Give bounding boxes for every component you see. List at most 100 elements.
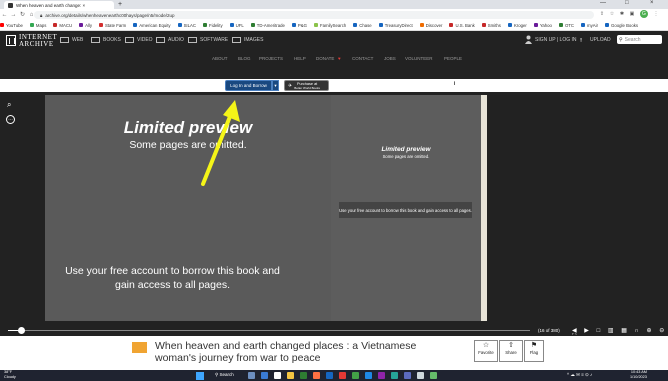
- browser-tab[interactable]: When heaven and earth change: ×: [4, 1, 114, 9]
- archive-favicon-icon: [8, 2, 13, 8]
- forward-icon[interactable]: →: [9, 12, 18, 18]
- maximize-button[interactable]: □: [625, 0, 629, 6]
- nav-video[interactable]: VIDEO: [125, 37, 153, 43]
- reload-icon[interactable]: ↻: [18, 11, 27, 18]
- bookmark-item[interactable]: MACU: [53, 23, 72, 28]
- bookmark-item[interactable]: FamilySearch: [314, 23, 346, 28]
- user-icon[interactable]: [525, 35, 532, 44]
- nav-audio[interactable]: AUDIO: [156, 37, 184, 43]
- favorite-button[interactable]: ☆ Favorite: [474, 340, 498, 362]
- taskbar-app-icon[interactable]: [261, 372, 268, 379]
- chrome-menu-icon[interactable]: ⋮: [652, 10, 660, 18]
- taskbar-app-icon[interactable]: [417, 372, 424, 379]
- bookmark-item[interactable]: Ally: [79, 23, 92, 28]
- bookmark-item[interactable]: UFL: [229, 23, 244, 28]
- bookmark-item[interactable]: U.S. Bank: [449, 23, 475, 28]
- subnav-help[interactable]: HELP: [294, 56, 306, 61]
- close-window-button[interactable]: ×: [650, 0, 654, 6]
- login-and-borrow-button[interactable]: Log In and Borrow: [225, 80, 272, 91]
- borrow-dropdown-button[interactable]: ▾: [272, 80, 279, 91]
- taskbar-app-icon[interactable]: [313, 372, 320, 379]
- bookmark-item[interactable]: Google Books: [605, 23, 638, 28]
- bookmark-favicon-icon: [314, 23, 318, 27]
- minimize-button[interactable]: —: [600, 0, 606, 6]
- audio-icon: [156, 37, 165, 43]
- bookmark-favicon-icon: [507, 23, 512, 27]
- bookmark-item[interactable]: YouTube: [0, 23, 23, 28]
- info-icon[interactable]: i: [451, 81, 458, 88]
- more-options-icon[interactable]: …: [6, 115, 15, 124]
- system-tray-icon[interactable]: ^ ☁ ✉ ≡ ⊙ ♪: [567, 372, 592, 378]
- search-inside-icon[interactable]: ⌕: [7, 100, 11, 110]
- bookmark-item[interactable]: Discover: [419, 22, 443, 28]
- ia-logo-text[interactable]: INTERNET ARCHIVE: [19, 34, 57, 47]
- bookmark-label: Discover: [425, 22, 443, 28]
- bookmark-item[interactable]: TreasuryDirect: [378, 23, 413, 28]
- share-button[interactable]: ⇧ Share: [499, 340, 523, 362]
- taskbar-app-icon[interactable]: [404, 372, 411, 379]
- bookmark-item[interactable]: Yahoo: [533, 23, 552, 28]
- bookmark-item[interactable]: myAir: [581, 23, 598, 28]
- subnav-blog[interactable]: BLOG: [238, 56, 251, 61]
- weather-widget[interactable]: 38°F Cloudy: [4, 370, 16, 379]
- bookmark-item[interactable]: Fidelity: [202, 23, 223, 28]
- taskbar-app-icon[interactable]: [430, 372, 437, 379]
- bookmark-item[interactable]: State Farm: [99, 23, 126, 28]
- signup-login-link[interactable]: SIGN UP | LOG IN: [535, 37, 577, 43]
- taskbar-app-icon[interactable]: [326, 372, 333, 379]
- taskbar-app-icon[interactable]: [339, 372, 346, 379]
- subnav-donate[interactable]: DONATE: [316, 56, 334, 61]
- bookmark-item[interactable]: American Equity: [133, 23, 171, 28]
- url-field[interactable]: 🔒︎ archive.org/details/whenheavenearthc0…: [34, 11, 594, 19]
- taskbar-app-icon[interactable]: [378, 372, 385, 379]
- subnav-people[interactable]: PEOPLE: [444, 56, 462, 61]
- heart-icon: ♥: [338, 56, 341, 61]
- taskbar-app-icon[interactable]: [300, 372, 307, 379]
- page-slider-handle[interactable]: [18, 327, 25, 334]
- taskbar-app-icon[interactable]: [365, 372, 372, 379]
- taskbar-app-icon[interactable]: [287, 372, 294, 379]
- cart-icon: ✈: [288, 82, 293, 89]
- subnav-contact[interactable]: CONTACT: [352, 56, 373, 61]
- bookmark-label: Kroger: [513, 22, 527, 28]
- new-tab-button[interactable]: +: [118, 1, 122, 8]
- taskbar-app-icon[interactable]: [248, 372, 255, 379]
- nav-web[interactable]: WEB: [60, 37, 83, 43]
- windows-start-icon[interactable]: [196, 372, 204, 380]
- bookmark-item[interactable]: P&G: [291, 23, 307, 28]
- flag-button[interactable]: ⚑ Flag: [524, 340, 544, 362]
- extensions-puzzle-icon[interactable]: ▣: [628, 10, 636, 18]
- page-slider-track[interactable]: [8, 330, 530, 331]
- taskbar-search[interactable]: ⚲ Search: [215, 372, 234, 378]
- back-icon[interactable]: ←: [0, 12, 9, 18]
- bookmark-star-icon[interactable]: ☆: [608, 10, 616, 18]
- upload-link[interactable]: UPLOAD: [590, 37, 611, 43]
- video-icon: [125, 37, 134, 43]
- subnav-jobs[interactable]: JOBS: [384, 56, 396, 61]
- purchase-button[interactable]: ✈ Purchase at Better World Books: [284, 80, 329, 91]
- bookmark-item[interactable]: TD-Ameritrade: [250, 23, 285, 28]
- search-input[interactable]: ⚲ Search: [617, 35, 662, 44]
- bookmark-item[interactable]: SILAC: [177, 23, 196, 28]
- bookmark-item[interactable]: Chase: [353, 23, 372, 28]
- taskbar-app-icon[interactable]: [274, 372, 281, 379]
- extension-icon[interactable]: ✱: [618, 10, 626, 18]
- subnav-about[interactable]: ABOUT: [212, 56, 228, 61]
- nav-images[interactable]: IMAGES: [232, 37, 263, 43]
- ia-logo-icon[interactable]: [6, 35, 16, 46]
- taskbar-app-icon[interactable]: [352, 372, 359, 379]
- bookmark-item[interactable]: Maps: [29, 23, 46, 28]
- taskbar-app-icon[interactable]: [391, 372, 398, 379]
- profile-avatar[interactable]: G: [640, 10, 648, 18]
- subnav-projects[interactable]: PROJECTS: [259, 56, 283, 61]
- bookmark-item[interactable]: OTC: [558, 23, 574, 28]
- upload-icon[interactable]: ⭱: [580, 36, 582, 46]
- bookmark-favicon-icon: [229, 23, 234, 27]
- clock[interactable]: 10:43 AM 1/10/2023: [630, 370, 647, 379]
- subnav-volunteer[interactable]: VOLUNTEER: [405, 56, 433, 61]
- share-icon[interactable]: ⇪: [598, 10, 606, 18]
- nav-books[interactable]: BOOKS: [91, 37, 121, 43]
- bookmark-item[interactable]: Smiths: [481, 23, 501, 28]
- nav-software[interactable]: SOFTWARE: [188, 37, 228, 43]
- bookmark-item[interactable]: Kroger: [507, 22, 527, 28]
